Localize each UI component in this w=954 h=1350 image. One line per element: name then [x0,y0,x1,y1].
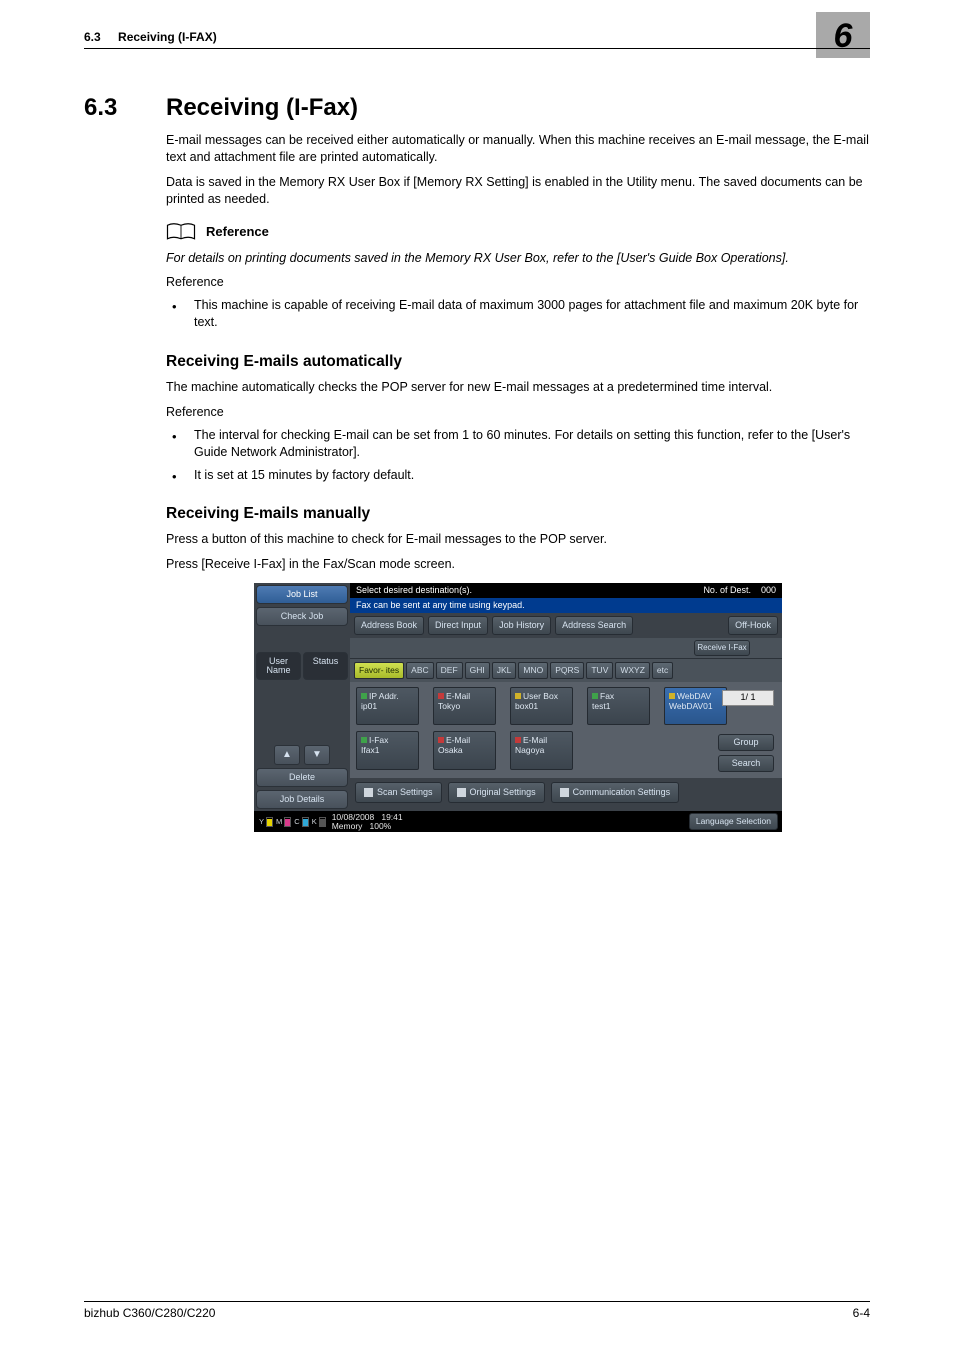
auto-heading: Receiving E-mails automatically [166,353,870,371]
scroll-up-button[interactable]: ▲ [274,745,300,765]
auto-bullets: The interval for checking E-mail can be … [166,427,870,484]
auto-p1: The machine automatically checks the POP… [166,379,870,396]
status-col: Status [303,652,348,680]
scan-icon [364,788,373,797]
scroll-down-button[interactable]: ▼ [304,745,330,765]
dest-card[interactable]: Faxtest1 [587,687,650,726]
book-icon [166,222,196,242]
filter-wxyz[interactable]: WXYZ [615,662,650,679]
reference-bullets: This machine is capable of receiving E-m… [166,297,870,331]
dest-card[interactable]: E-MailNagoya [510,731,573,770]
check-job-button[interactable]: Check Job [256,607,348,626]
header-section-title: Receiving (I-FAX) [118,30,217,44]
filter-pqrs[interactable]: PQRS [550,662,584,679]
no-of-dest-label: No. of Dest. [703,586,751,595]
job-details-button[interactable]: Job Details [256,790,348,809]
dest-card[interactable]: E-MailOsaka [433,731,496,770]
manual-p2: Press [Receive I-Fax] in the Fax/Scan mo… [166,556,870,573]
original-settings-button[interactable]: Original Settings [448,782,545,803]
auto-reference-word: Reference [166,404,870,421]
section-heading: 6.3 Receiving (I-Fax) [84,94,870,122]
language-selection-button[interactable]: Language Selection [689,813,778,830]
header-section-number: 6.3 [84,30,101,44]
filter-etc[interactable]: etc [652,662,673,679]
filter-def[interactable]: DEF [436,662,463,679]
comm-icon [560,788,569,797]
destination-cards: IP Addr.ip01 E-MailTokyo User Boxbox01 F… [350,682,782,778]
job-history-tab[interactable]: Job History [492,616,551,635]
dest-card[interactable]: User Boxbox01 [510,687,573,726]
reference-text: For details on printing documents saved … [166,250,870,267]
off-hook-button[interactable]: Off-Hook [728,616,778,635]
address-book-tab[interactable]: Address Book [354,616,424,635]
search-button[interactable]: Search [718,755,774,772]
lcd-msg2: Fax can be sent at any time using keypad… [350,598,782,613]
auto-bullet-2: It is set at 15 minutes by factory defau… [166,467,870,484]
lcd-msg1: Select desired destination(s). [356,586,472,595]
receive-ifax-button[interactable]: Receive I-Fax [694,640,750,656]
reference-row: Reference [166,222,870,242]
manual-heading: Receiving E-mails manually [166,505,870,523]
delete-button[interactable]: Delete [256,768,348,787]
reference-label: Reference [206,224,269,239]
scroll-arrows: ▲ ▼ [256,745,348,765]
toner-levels: Y M C K [258,817,326,827]
h1-title: Receiving (I-Fax) [166,94,358,122]
group-button[interactable]: Group [718,734,774,751]
manual-p1: Press a button of this machine to check … [166,531,870,548]
direct-input-tab[interactable]: Direct Input [428,616,488,635]
dest-card[interactable]: IP Addr.ip01 [356,687,419,726]
filter-abc[interactable]: ABC [406,662,433,679]
pager: 1/ 1 [722,690,774,706]
filter-strip: Favor- ites ABC DEF GHI JKL MNO PQRS TUV… [350,658,782,682]
filter-ghi[interactable]: GHI [465,662,490,679]
filter-mno[interactable]: MNO [518,662,548,679]
page-footer: bizhub C360/C280/C220 6-4 [84,1301,870,1320]
filter-favorites[interactable]: Favor- ites [354,662,404,679]
running-head-left: 6.3 Receiving (I-FAX) [84,30,217,44]
dest-count: 000 [761,586,776,595]
reference-bullet-1: This machine is capable of receiving E-m… [166,297,870,331]
job-list-tab[interactable]: Job List [256,585,348,604]
intro-p2: Data is saved in the Memory RX User Box … [166,174,870,208]
status-date-time: 10/08/2008 19:41 Memory 100% [332,813,403,830]
original-icon [457,788,466,797]
filter-tuv[interactable]: TUV [586,662,613,679]
address-search-tab[interactable]: Address Search [555,616,633,635]
communication-settings-button[interactable]: Communication Settings [551,782,680,803]
auto-bullet-1: The interval for checking E-mail can be … [166,427,870,461]
dest-card[interactable]: I-FaxIfax1 [356,731,419,770]
lcd-statusbar: Y M C K 10/08/2008 19:41 Memory 100% Lan… [254,811,782,832]
scan-settings-button[interactable]: Scan Settings [355,782,442,803]
filter-jkl[interactable]: JKL [492,662,517,679]
footer-left: bizhub C360/C280/C220 [84,1306,215,1320]
footer-right: 6-4 [853,1306,870,1320]
h1-number: 6.3 [84,94,136,122]
intro-p1: E-mail messages can be received either a… [166,132,870,166]
reference-word: Reference [166,274,870,291]
dest-card[interactable]: WebDAVWebDAV01 [664,687,727,726]
dest-card[interactable]: E-MailTokyo [433,687,496,726]
user-name-col: User Name [256,652,301,680]
running-head: 6.3 Receiving (I-FAX) [84,30,870,49]
lcd-screenshot: Job List Check Job User Name Status ▲ ▼ … [254,583,782,832]
